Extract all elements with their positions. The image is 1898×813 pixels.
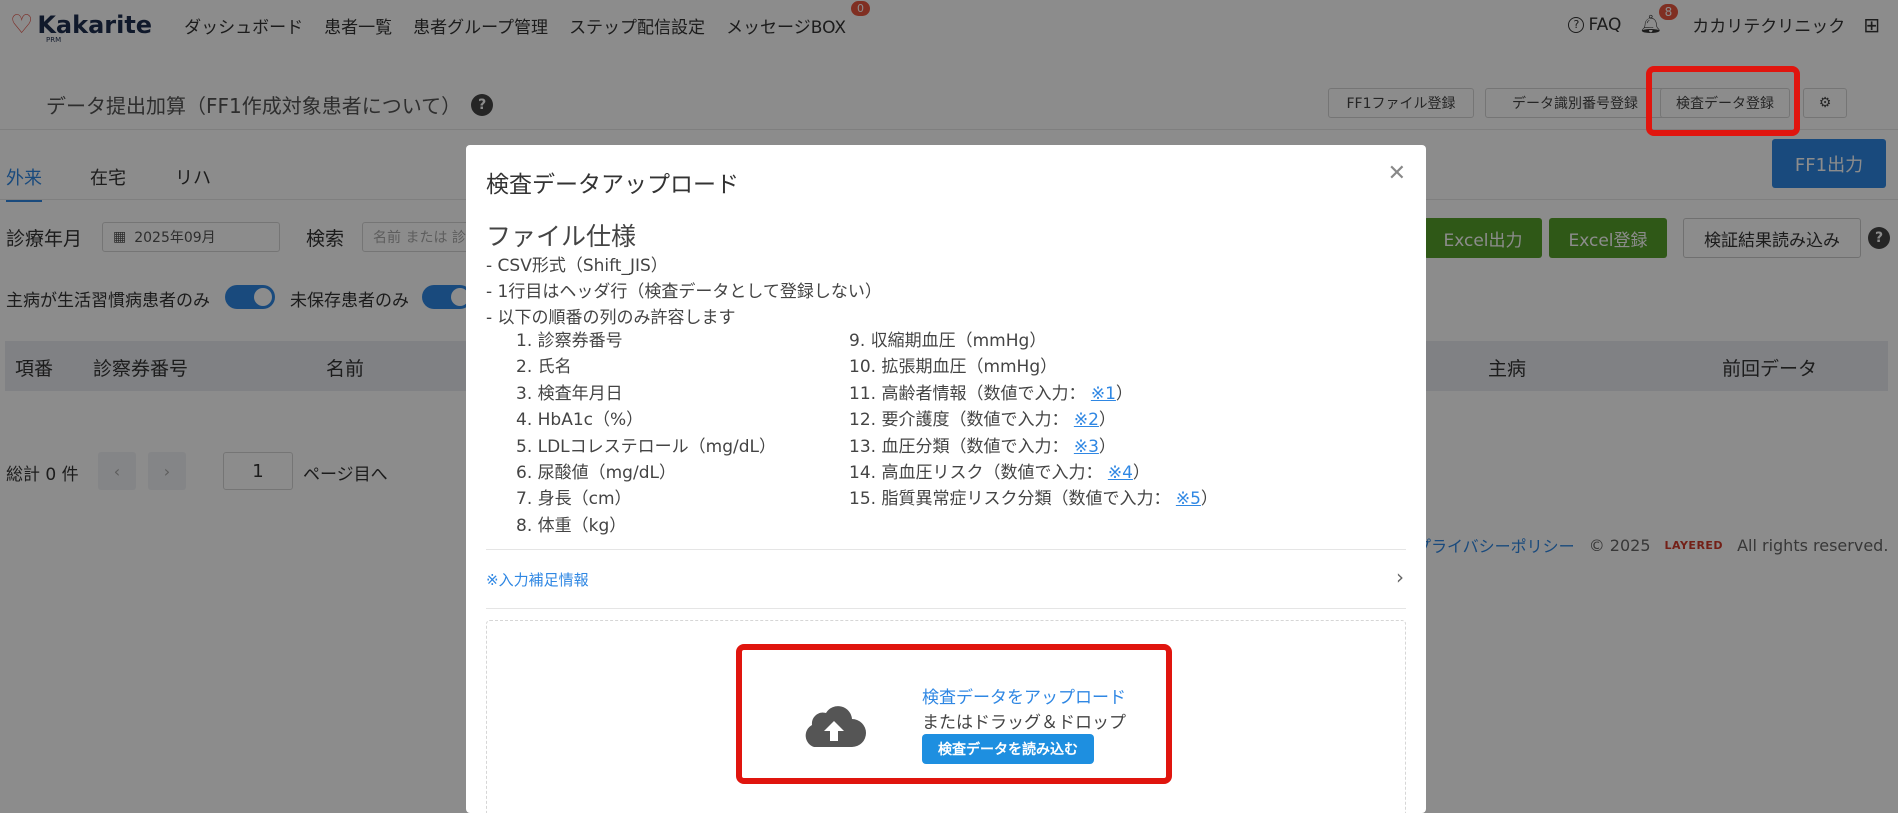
upload-dropzone[interactable]: 検査データをアップロード またはドラッグ＆ドロップ 検査データを読み込む — [486, 620, 1406, 813]
column-item-text: 12. 要介護度（数値で入力： — [849, 410, 1069, 431]
column-item-text: 14. 高血圧リスク（数値で入力： — [849, 462, 1103, 483]
columns-left: 1. 診察券番号 2. 氏名 3. 検査年月日 4. HbA1c（%） 5. L… — [516, 328, 776, 539]
spec-line: - 以下の順番の列のみ許容します — [486, 308, 736, 328]
file-spec-title: ファイル仕様 — [486, 222, 637, 251]
column-item: 5. LDLコレステロール（mg/dL） — [516, 436, 776, 457]
upload-modal: 検査データアップロード ✕ ファイル仕様 - CSV形式（Shift_JIS） … — [466, 145, 1426, 813]
column-item: 6. 尿酸値（mg/dL） — [516, 462, 676, 483]
upload-link[interactable]: 検査データをアップロード — [922, 683, 1126, 708]
supplement-info-link[interactable]: ※入力補足情報 — [486, 569, 589, 590]
reference-link[interactable]: ※2 — [1074, 410, 1099, 430]
column-item: 2. 氏名 — [516, 357, 572, 378]
column-item: 14. 高血圧リスク（数値で入力： ※4） — [849, 460, 1218, 486]
column-item-text: 15. 脂質異常症リスク分類（数値で入力： — [849, 489, 1171, 510]
column-item-text: 11. 高齢者情報（数値で入力： — [849, 383, 1086, 404]
column-item-text: 13. 血圧分類（数値で入力： — [849, 436, 1069, 457]
spec-line: - 1行目はヘッダ行（検査データとして登録しない） — [486, 282, 882, 302]
divider — [486, 608, 1406, 609]
modal-title: 検査データアップロード — [486, 172, 739, 198]
column-item: 10. 拡張期血圧（mmHg） — [849, 354, 1218, 380]
column-item-close: ） — [1115, 383, 1133, 404]
column-item: 12. 要介護度（数値で入力： ※2） — [849, 407, 1218, 433]
reference-link[interactable]: ※5 — [1176, 489, 1201, 509]
column-item-text: 10. 拡張期血圧（mmHg） — [849, 357, 1058, 378]
spec-line: - CSV形式（Shift_JIS） — [486, 256, 668, 276]
column-item: 7. 身長（cm） — [516, 489, 632, 510]
divider — [486, 549, 1406, 550]
reference-link[interactable]: ※1 — [1091, 384, 1116, 404]
cloud-upload-icon — [805, 706, 866, 747]
reference-link[interactable]: ※4 — [1108, 463, 1133, 483]
column-item-close: ） — [1098, 410, 1116, 431]
close-icon[interactable]: ✕ — [1388, 161, 1406, 186]
column-item-close: ） — [1132, 462, 1150, 483]
chevron-right-icon[interactable]: › — [1396, 565, 1404, 589]
column-item: 11. 高齢者情報（数値で入力： ※1） — [849, 381, 1218, 407]
column-item: 9. 収縮期血圧（mmHg） — [849, 328, 1218, 354]
column-item-close: ） — [1200, 489, 1218, 510]
column-item: 4. HbA1c（%） — [516, 410, 644, 431]
column-item-text: 9. 収縮期血圧（mmHg） — [849, 331, 1047, 351]
columns-right: 9. 収縮期血圧（mmHg） 10. 拡張期血圧（mmHg） 11. 高齢者情報… — [849, 328, 1218, 513]
column-item: 13. 血圧分類（数値で入力： ※3） — [849, 434, 1218, 460]
column-item: 3. 検査年月日 — [516, 383, 623, 404]
column-item: 8. 体重（kg） — [516, 515, 627, 536]
load-test-data-button[interactable]: 検査データを読み込む — [922, 734, 1094, 764]
drag-drop-text: またはドラッグ＆ドロップ — [922, 713, 1126, 733]
column-item-close: ） — [1098, 436, 1116, 457]
column-item: 15. 脂質異常症リスク分類（数値で入力： ※5） — [849, 486, 1218, 512]
reference-link[interactable]: ※3 — [1074, 437, 1099, 457]
column-item: 1. 診察券番号 — [516, 331, 623, 351]
